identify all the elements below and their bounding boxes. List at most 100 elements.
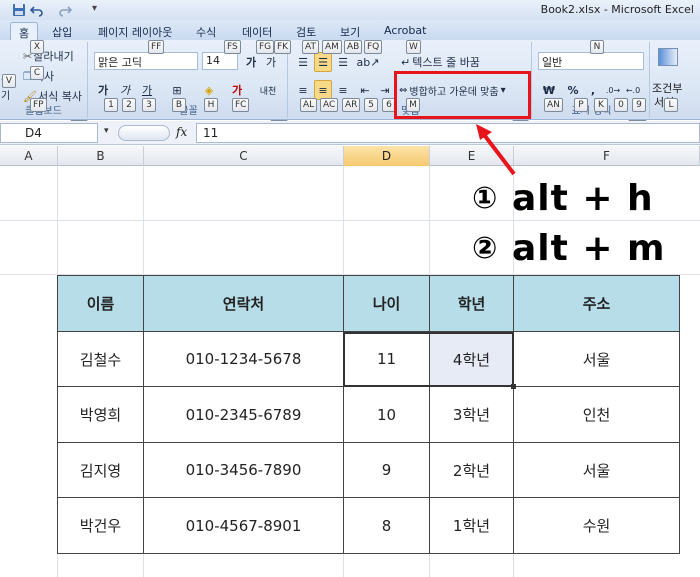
formula-input[interactable]: 11 — [196, 123, 700, 143]
currency-button[interactable]: ₩ — [538, 80, 560, 100]
keytip-conditional-format: L — [664, 98, 678, 112]
tab-view[interactable]: 보기 — [340, 24, 360, 40]
table-cell[interactable]: 인천 — [514, 387, 680, 443]
table-cell[interactable]: 박영희 — [58, 387, 144, 443]
keytip-align-left: AL — [300, 98, 318, 112]
align-middle-icon[interactable]: ☰ — [314, 52, 332, 72]
column-headers: A B C D E F — [0, 146, 700, 166]
wrap-text-button[interactable]: ↵ 텍스트 줄 바꿈 — [400, 52, 500, 72]
table-cell[interactable]: 8 — [344, 498, 430, 554]
table-cell[interactable]: 수원 — [514, 498, 680, 554]
keytip-increase-decimal: 0 — [614, 98, 628, 112]
align-center-icon[interactable]: ≡ — [314, 80, 332, 100]
column-header-b[interactable]: B — [58, 146, 144, 166]
insert-function-icon[interactable]: fx — [176, 125, 187, 139]
keytip-font-color: FC — [232, 98, 250, 112]
align-top-icon[interactable]: ☰ — [294, 52, 312, 72]
bold-button[interactable]: 가 — [94, 80, 112, 100]
undo-icon[interactable] — [30, 3, 44, 17]
step-1-number: ① — [472, 181, 499, 216]
grow-font-button[interactable]: 가 — [242, 52, 260, 72]
name-box-dropdown-icon[interactable]: ▾ — [104, 126, 109, 136]
tab-acrobat[interactable]: Acrobat — [384, 24, 426, 37]
keytip-align-right: AR — [342, 98, 361, 112]
font-size-select[interactable]: 14 — [202, 52, 238, 70]
ribbon-tabs: 홈 삽입 페이지 레이아웃 수식 데이터 검토 보기 Acrobat — [0, 20, 700, 40]
table-cell[interactable]: 서울 — [514, 332, 680, 387]
header-contact[interactable]: 연락처 — [144, 276, 344, 332]
decrease-decimal-icon[interactable]: ←.0 — [624, 80, 642, 100]
comma-button[interactable]: , — [586, 80, 600, 100]
percent-button[interactable]: % — [564, 80, 582, 100]
fill-handle[interactable] — [511, 384, 516, 389]
tab-review[interactable]: 검토 — [296, 24, 316, 40]
table-cell[interactable]: 3학년 — [430, 387, 514, 443]
shrink-font-button[interactable]: 가 — [262, 52, 280, 72]
table-cell[interactable]: 10 — [344, 387, 430, 443]
conditional-format-icon[interactable] — [658, 48, 678, 66]
keytip-fill-color: H — [204, 98, 218, 112]
keytip-comma: K — [594, 98, 608, 112]
italic-button[interactable]: 가 — [116, 80, 134, 100]
fill-color-icon[interactable]: ◈ — [198, 80, 220, 100]
increase-indent-icon[interactable]: ⇥ — [376, 80, 394, 100]
step-2-text: alt + m — [511, 228, 666, 269]
font-name-select[interactable]: 맑은 고딕 — [94, 52, 198, 70]
annotation-step-2: ② alt + m — [472, 228, 666, 269]
column-header-f[interactable]: F — [514, 146, 700, 166]
table-cell[interactable]: 서울 — [514, 443, 680, 498]
decrease-indent-icon[interactable]: ⇤ — [356, 80, 374, 100]
number-format-select[interactable]: 일반 — [538, 52, 644, 70]
save-icon[interactable] — [12, 3, 26, 17]
formula-bar-resize-handle[interactable] — [118, 125, 170, 141]
keytip-wrap-text: W — [406, 40, 421, 54]
table-cell[interactable]: 1학년 — [430, 498, 514, 554]
keytip-number-format: N — [590, 40, 604, 54]
keytip-shrink-font: FK — [274, 40, 292, 54]
column-header-a[interactable]: A — [0, 146, 58, 166]
keytip-currency: AN — [544, 98, 563, 112]
table-cell[interactable]: 김철수 — [58, 332, 144, 387]
table-cell[interactable]: 9 — [344, 443, 430, 498]
underline-button[interactable]: 가 — [138, 80, 156, 100]
header-age[interactable]: 나이 — [344, 276, 430, 332]
align-bottom-icon[interactable]: ☰ — [334, 52, 352, 72]
header-address[interactable]: 주소 — [514, 276, 680, 332]
align-right-icon[interactable]: ≡ — [334, 80, 352, 100]
phonetic-icon[interactable]: 내천 — [256, 80, 280, 100]
font-color-icon[interactable]: 가 — [226, 80, 248, 100]
wrap-text-icon: ↵ — [401, 55, 411, 69]
tab-home[interactable]: 홈 — [10, 22, 39, 40]
tab-data[interactable]: 데이터 — [242, 24, 272, 40]
tab-formulas[interactable]: 수식 — [196, 24, 216, 40]
table-cell[interactable]: 010-2345-6789 — [144, 387, 344, 443]
header-name[interactable]: 이름 — [58, 276, 144, 332]
annotation-step-1: ① alt + h — [472, 178, 654, 219]
table-cell[interactable]: 박건우 — [58, 498, 144, 554]
tab-insert[interactable]: 삽입 — [52, 24, 72, 40]
redo-icon[interactable] — [58, 3, 72, 17]
table-cell[interactable]: 010-3456-7890 — [144, 443, 344, 498]
merge-center-highlight-box — [394, 71, 531, 119]
table-cell[interactable]: 김지영 — [58, 443, 144, 498]
keytip-cut: X — [30, 40, 44, 54]
column-header-c[interactable]: C — [144, 146, 344, 166]
customize-qat-icon[interactable]: ▾ — [92, 3, 97, 14]
table-cell[interactable]: 010-4567-8901 — [144, 498, 344, 554]
table-cell[interactable]: 2학년 — [430, 443, 514, 498]
borders-icon[interactable]: ⊞ — [166, 80, 188, 100]
keytip-align-middle: AM — [322, 40, 342, 54]
increase-decimal-icon[interactable]: .0→ — [604, 80, 622, 100]
keytip-align-top: AT — [302, 40, 319, 54]
keytip-font-name: FF — [148, 40, 165, 54]
formula-bar: D4 ▾ fx 11 — [0, 121, 700, 145]
keytip-orientation: FQ — [364, 40, 383, 54]
column-header-d[interactable]: D — [344, 146, 430, 166]
header-grade[interactable]: 학년 — [430, 276, 514, 332]
orientation-icon[interactable]: ab↗ — [356, 52, 380, 72]
tab-page-layout[interactable]: 페이지 레이아웃 — [98, 24, 172, 40]
name-box[interactable]: D4 — [0, 123, 98, 143]
align-left-icon[interactable]: ≡ — [294, 80, 312, 100]
table-cell[interactable]: 010-1234-5678 — [144, 332, 344, 387]
keytip-italic: 2 — [122, 98, 136, 112]
